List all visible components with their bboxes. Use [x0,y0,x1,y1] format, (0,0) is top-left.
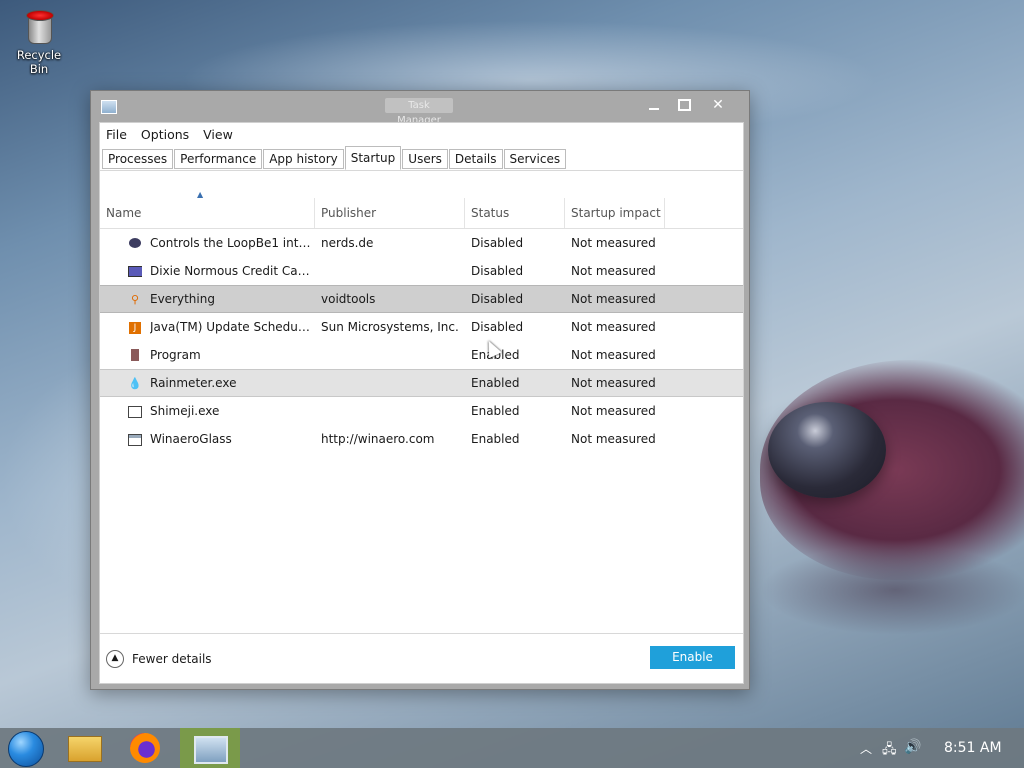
fewer-details-link[interactable]: ▲ Fewer details [106,649,212,669]
start-button[interactable] [8,731,44,767]
task-manager-icon [101,100,117,114]
maximize-icon [677,99,691,111]
drop-icon: 💧 [128,377,142,390]
row-impact: Not measured [571,292,656,306]
wallpaper-reflection [760,545,1024,635]
table-row[interactable]: J Java(TM) Update Scheduler Sun Microsys… [100,313,743,341]
recycle-bin-icon [24,8,54,44]
network-icon[interactable]: 🖧 [882,740,897,762]
maximize-button[interactable] [671,95,697,115]
clock[interactable]: 8:51 AM [944,740,1002,756]
tab-processes[interactable]: Processes [102,149,174,169]
java-icon: J [128,320,142,334]
tab-divider [100,170,743,171]
file-explorer-icon[interactable] [68,736,102,762]
row-status: Disabled [471,320,524,334]
row-publisher: http://winaero.com [321,432,435,446]
window-title: Task Manager [385,98,453,126]
minimize-icon [649,108,659,110]
row-name: Java(TM) Update Scheduler [150,320,312,334]
row-name: WinaeroGlass [150,432,232,446]
row-status: Enabled [471,376,520,390]
column-header-startup-impact[interactable]: Startup impact [565,198,665,228]
task-manager-taskbar-icon [194,736,228,764]
row-status: Disabled [471,236,524,250]
window-client: File Options View Processes Performance … [99,122,744,684]
loopbe-icon [128,236,142,250]
column-header-publisher[interactable]: Publisher [315,198,465,228]
table-row-hovered[interactable]: 💧 Rainmeter.exe Enabled Not measured [100,369,743,397]
recycle-bin-label: Recycle Bin [16,48,62,76]
table-row[interactable]: Shimeji.exe Enabled Not measured [100,397,743,425]
wallpaper-water-drop [768,402,886,498]
row-impact: Not measured [571,236,656,250]
tab-startup[interactable]: Startup [344,146,402,170]
table-row[interactable]: Controls the LoopBe1 intern... nerds.de … [100,229,743,257]
enable-button[interactable]: Enable [650,646,735,669]
table-row[interactable]: Program Enabled Not measured [100,341,743,369]
recycle-bin[interactable]: Recycle Bin [6,8,72,76]
volume-icon[interactable]: 🔊 [904,739,921,755]
row-status: Enabled [471,432,520,446]
fewer-details-label: Fewer details [132,652,212,666]
search-icon: ⚲ [130,293,140,306]
tab-details[interactable]: Details [448,149,503,169]
row-impact: Not measured [571,404,656,418]
row-impact: Not measured [571,348,656,362]
table-row[interactable]: Dixie Normous Credit Card S... Disabled … [100,257,743,285]
tab-strip: Processes Performance App history Startu… [102,146,567,170]
row-name: Shimeji.exe [150,404,220,418]
tab-app-history[interactable]: App history [263,149,344,169]
row-name: Program [150,348,201,362]
credit-card-icon [128,264,142,278]
tab-performance[interactable]: Performance [174,149,263,169]
task-manager-window: Task Manager ✕ File Options View Process… [90,90,750,690]
row-publisher: nerds.de [321,236,374,250]
taskbar: ︿ 🖧 🔊 8:51 AM [0,728,1024,768]
row-name: Everything [150,292,215,306]
tab-users[interactable]: Users [402,149,448,169]
menu-bar: File Options View [100,123,743,145]
row-name: Rainmeter.exe [150,376,237,390]
close-button[interactable]: ✕ [705,95,731,115]
row-publisher: voidtools [321,292,376,306]
row-name: Dixie Normous Credit Card S... [150,264,312,278]
menu-view[interactable]: View [203,127,233,142]
title-bar[interactable]: Task Manager ✕ [91,91,749,126]
firefox-icon[interactable] [130,733,160,763]
column-header-status[interactable]: Status [465,198,565,228]
footer-divider [100,633,743,634]
row-name: Controls the LoopBe1 intern... [150,236,312,250]
window-icon [128,432,142,446]
row-impact: Not measured [571,264,656,278]
column-header-name[interactable]: Name [100,198,315,228]
show-hidden-icons-icon[interactable]: ︿ [860,740,872,757]
row-publisher: Sun Microsystems, Inc. [321,320,459,334]
close-icon: ✕ [712,97,724,113]
startup-list: Controls the LoopBe1 intern... nerds.de … [100,229,743,453]
row-impact: Not measured [571,376,656,390]
row-status: Disabled [471,264,524,278]
app-icon [128,404,142,418]
tab-services[interactable]: Services [503,149,567,169]
column-headers: Name Publisher Status Startup impact [100,198,743,229]
table-row[interactable]: WinaeroGlass http://winaero.com Enabled … [100,425,743,453]
row-impact: Not measured [571,320,656,334]
chevron-up-icon: ▲ [106,650,124,668]
system-tray: ︿ 🖧 🔊 8:51 AM [844,728,1024,768]
menu-file[interactable]: File [106,127,127,142]
row-status: Disabled [471,292,524,306]
row-status: Enabled [471,404,520,418]
table-row-selected[interactable]: ⚲ Everything voidtools Disabled Not meas… [100,285,743,313]
minimize-button[interactable] [641,95,667,115]
menu-options[interactable]: Options [141,127,189,142]
program-icon [128,348,142,362]
row-impact: Not measured [571,432,656,446]
